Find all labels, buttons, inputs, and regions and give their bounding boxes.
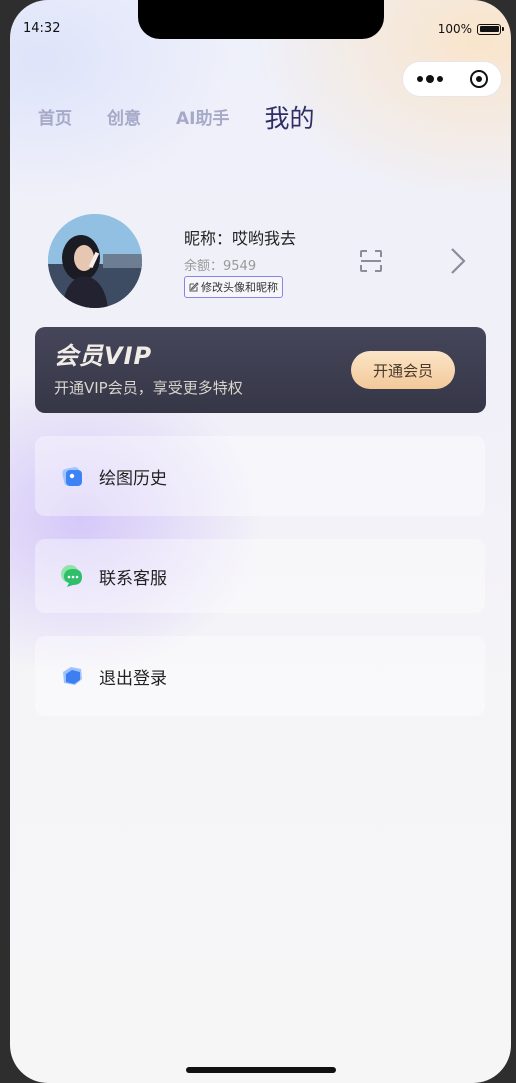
scan-icon[interactable] bbox=[359, 249, 383, 273]
menu-label-contact-support: 联系客服 bbox=[99, 568, 167, 589]
vip-subtitle: 开通VIP会员，享受更多特权 bbox=[54, 379, 243, 397]
edit-icon bbox=[189, 282, 199, 292]
status-time: 14:32 bbox=[23, 21, 61, 36]
tab-home[interactable]: 首页 bbox=[38, 104, 72, 134]
edit-profile-button[interactable]: 修改头像和昵称 bbox=[184, 276, 283, 298]
nickname: 昵称：哎哟我去 bbox=[184, 229, 297, 248]
chat-bubble-icon bbox=[59, 563, 85, 589]
tab-ai-assistant[interactable]: AI助手 bbox=[176, 104, 229, 134]
phone-screen: 14:32 100% 首页 创意 AI助手 我的 昵称：哎哟我去 余额：9549… bbox=[10, 0, 511, 1083]
avatar[interactable] bbox=[48, 214, 142, 308]
vip-card[interactable]: 会员VIP 开通VIP会员，享受更多特权 开通会员 bbox=[35, 327, 486, 413]
battery-icon bbox=[477, 23, 504, 35]
logout-icon bbox=[59, 663, 85, 689]
more-icon[interactable] bbox=[416, 75, 443, 83]
drawing-history-icon bbox=[59, 463, 85, 489]
menu-item-contact-support[interactable]: 联系客服 bbox=[35, 539, 485, 613]
top-tabs: 首页 创意 AI助手 我的 bbox=[38, 104, 350, 134]
avatar-image bbox=[48, 214, 142, 308]
tab-mine[interactable]: 我的 bbox=[264, 104, 314, 134]
vip-title: 会员VIP bbox=[54, 342, 153, 370]
notch bbox=[138, 0, 384, 39]
home-indicator bbox=[186, 1067, 336, 1073]
status-battery: 100% bbox=[437, 22, 504, 36]
edit-profile-label: 修改头像和昵称 bbox=[201, 281, 278, 294]
menu-label-logout: 退出登录 bbox=[99, 668, 167, 689]
menu-item-logout[interactable]: 退出登录 bbox=[35, 636, 485, 716]
close-target-icon[interactable] bbox=[469, 70, 488, 88]
tab-creative[interactable]: 创意 bbox=[107, 104, 141, 134]
battery-percent: 100% bbox=[437, 22, 472, 36]
menu-item-drawing-history[interactable]: 绘图历史 bbox=[35, 436, 485, 516]
mini-program-capsule bbox=[402, 61, 502, 97]
open-vip-button[interactable]: 开通会员 bbox=[351, 351, 455, 389]
menu-label-drawing-history: 绘图历史 bbox=[99, 468, 167, 489]
balance: 余额：9549 bbox=[184, 259, 257, 274]
chevron-right-icon[interactable] bbox=[449, 247, 467, 275]
